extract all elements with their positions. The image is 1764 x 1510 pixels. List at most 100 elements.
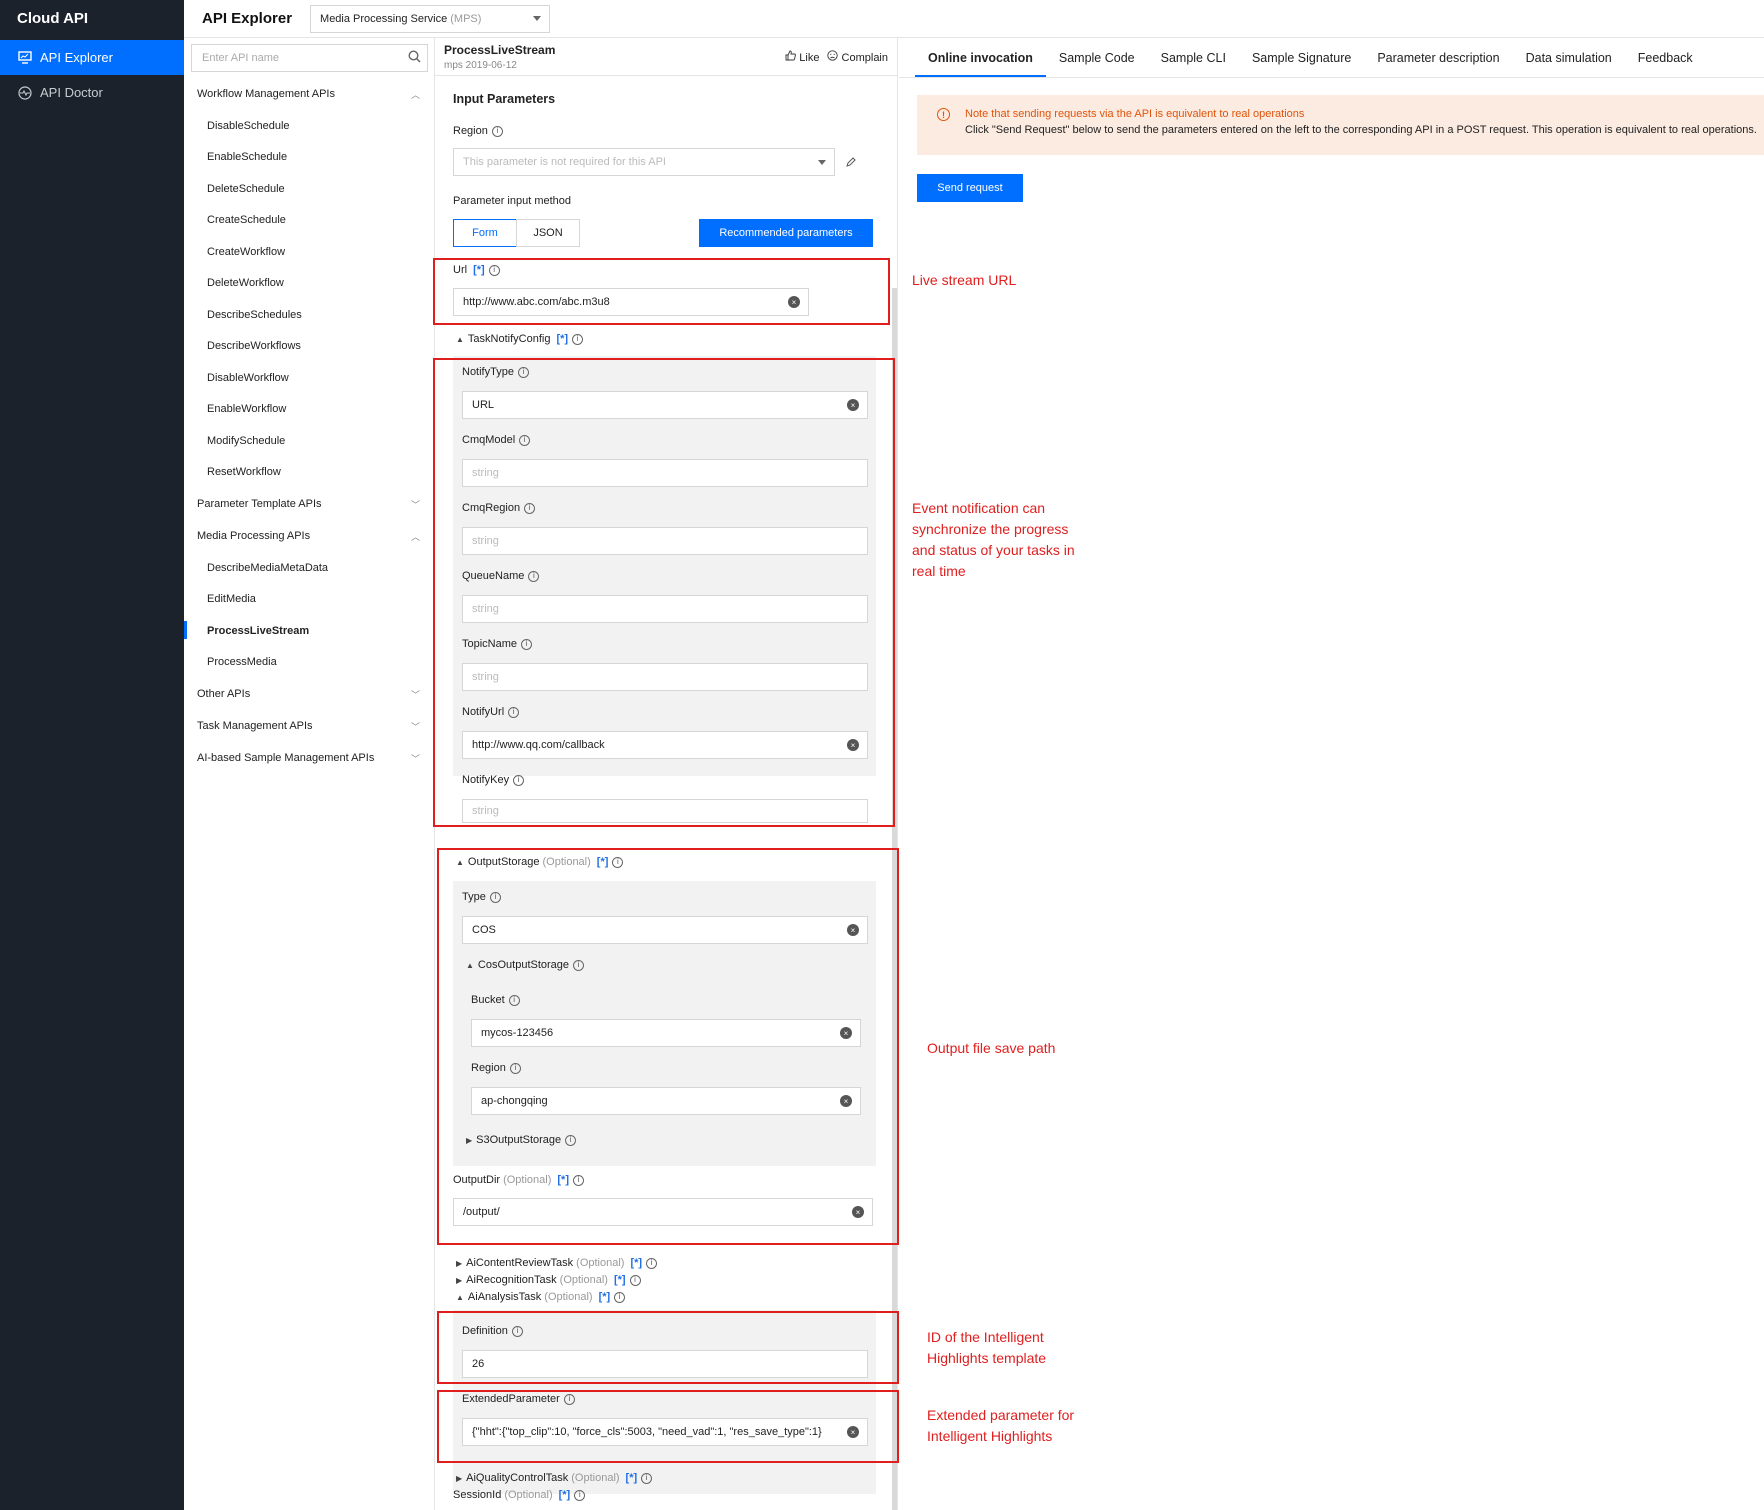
brand-logo: Cloud API — [17, 10, 89, 27]
tab-sample-code[interactable]: Sample Code — [1046, 51, 1148, 77]
api-list-item[interactable]: DisableSchedule — [184, 110, 434, 142]
api-group-list: Workflow Management APIs ︿ DisableSchedule… — [184, 78, 434, 774]
api-list-item[interactable]: EnableWorkflow — [184, 394, 434, 426]
chevron-down-icon: ﹀ — [410, 753, 420, 764]
api-group-header[interactable]: AI-based Sample Management APIs ﹀ — [184, 742, 434, 774]
api-group-header[interactable]: Parameter Template APIs ﹀ — [184, 488, 434, 520]
caret-up-icon: ▲ — [456, 334, 464, 344]
info-icon: i — [491, 125, 503, 137]
region-placeholder: This parameter is not required for this … — [463, 156, 666, 168]
service-name: Media Processing Service — [320, 12, 448, 25]
task-notify-config-toggle[interactable]: ▲ TaskNotifyConfig [*] i — [456, 333, 584, 345]
api-list-item[interactable]: ModifySchedule — [184, 425, 434, 457]
api-name: ProcessLiveStream — [444, 43, 556, 57]
warning-icon: ! — [937, 108, 950, 121]
api-header: ProcessLiveStream mps 2019-06-12 Like Co… — [435, 38, 897, 76]
api-group-header[interactable]: Task Management APIs ﹀ — [184, 710, 434, 742]
recommended-parameters-button[interactable]: Recommended parameters — [699, 219, 873, 247]
tab-data-simulation[interactable]: Data simulation — [1513, 51, 1625, 77]
api-list-item[interactable]: CreateWorkflow — [184, 236, 434, 268]
info-icon: i — [646, 1257, 658, 1269]
tab-sample-cli[interactable]: Sample CLI — [1148, 51, 1239, 77]
annotation-box-definition — [437, 1311, 899, 1384]
api-list-panel: Enter API name Workflow Management APIs ︿… — [184, 38, 435, 1510]
service-select[interactable]: Media Processing Service (MPS) — [310, 4, 551, 33]
annotation-box-url — [433, 258, 890, 325]
caret-right-icon: ▶ — [456, 1275, 463, 1285]
info-icon: i — [574, 1489, 586, 1501]
sad-face-icon — [827, 50, 839, 61]
sidebar-item-api-doctor[interactable]: API Doctor — [0, 75, 184, 110]
caret-up-icon: ▲ — [456, 1292, 464, 1302]
ai-content-review-toggle[interactable]: ▶ AiContentReviewTask (Optional) [*] i — [456, 1257, 658, 1269]
annotation-box-extended — [437, 1390, 899, 1463]
api-list-item[interactable]: DisableWorkflow — [184, 362, 434, 394]
api-list-item[interactable]: ProcessLiveStream — [184, 615, 434, 647]
api-list-item[interactable]: DescribeMediaMetaData — [184, 552, 434, 584]
info-icon: i — [572, 333, 584, 345]
api-group-header[interactable]: Media Processing APIs ︿ — [184, 520, 434, 552]
api-list-item[interactable]: EditMedia — [184, 584, 434, 616]
form-tab[interactable]: Form — [453, 219, 517, 247]
tab-parameter-description[interactable]: Parameter description — [1364, 51, 1512, 77]
monitor-icon — [17, 50, 32, 65]
api-group-label: AI-based Sample Management APIs — [197, 752, 375, 764]
api-list-item[interactable]: DeleteWorkflow — [184, 268, 434, 300]
sidebar-item-label: API Explorer — [40, 50, 113, 65]
left-sidebar: Cloud API API Explorer API Doctor — [0, 0, 184, 1510]
ai-analysis-toggle[interactable]: ▲ AiAnalysisTask (Optional) [*] i — [456, 1291, 626, 1303]
chevron-down-icon: ﹀ — [410, 499, 420, 510]
ai-quality-control-toggle[interactable]: ▶ AiQualityControlTask (Optional) [*] i — [456, 1472, 653, 1484]
chevron-down-icon — [533, 16, 542, 21]
annotation-notify: Event notification can synchronize the pr… — [912, 500, 1075, 579]
top-bar: API Explorer Media Processing Service (M… — [184, 0, 1764, 38]
json-tab[interactable]: JSON — [516, 219, 580, 247]
section-title: Input Parameters — [453, 92, 556, 106]
api-list-item[interactable]: ResetWorkflow — [184, 457, 434, 489]
region-select[interactable]: This parameter is not required for this … — [453, 148, 835, 176]
service-abbr: (MPS) — [450, 12, 482, 25]
chevron-up-icon: ︿ — [410, 89, 420, 100]
api-group-header[interactable]: Other APIs ﹀ — [184, 678, 434, 710]
complain-button[interactable]: Complain — [827, 50, 888, 64]
api-search-input[interactable]: Enter API name — [191, 44, 428, 72]
chevron-down-icon: ﹀ — [410, 689, 420, 700]
tab-feedback[interactable]: Feedback — [1625, 51, 1706, 77]
api-group-label: Task Management APIs — [197, 720, 313, 732]
edit-icon[interactable] — [845, 155, 857, 173]
api-group-header[interactable]: Workflow Management APIs ︿ — [184, 78, 434, 110]
api-version: mps 2019-06-12 — [444, 60, 517, 71]
like-button[interactable]: Like — [785, 50, 819, 64]
send-request-button[interactable]: Send request — [917, 174, 1023, 202]
annotation-url: Live stream URL — [912, 272, 1017, 288]
sidebar-item-api-explorer[interactable]: API Explorer — [0, 40, 184, 75]
caret-right-icon: ▶ — [456, 1473, 463, 1483]
warning-banner: ! Note that sending requests via the API… — [917, 95, 1764, 155]
api-list-item[interactable]: EnableSchedule — [184, 142, 434, 174]
ai-recognition-toggle[interactable]: ▶ AiRecognitionTask (Optional) [*] i — [456, 1274, 641, 1286]
caret-right-icon: ▶ — [456, 1258, 463, 1268]
api-group-label: Media Processing APIs — [197, 530, 311, 542]
input-method-label: Parameter input method — [453, 195, 572, 207]
tab-online-invocation[interactable]: Online invocation — [915, 51, 1046, 77]
api-list-item[interactable]: DeleteSchedule — [184, 173, 434, 205]
info-icon: i — [629, 1274, 641, 1286]
api-group-label: Other APIs — [197, 688, 251, 700]
region-label: Region i — [453, 125, 503, 137]
app-root: Cloud API API Explorer API Doctor API Ex… — [0, 0, 1764, 1510]
api-list-item[interactable]: CreateSchedule — [184, 205, 434, 237]
annotation-box-output — [437, 848, 899, 1245]
search-icon — [408, 50, 421, 66]
chevron-down-icon: ﹀ — [410, 721, 420, 732]
annotation-box-notify — [433, 358, 895, 827]
search-placeholder: Enter API name — [202, 52, 280, 64]
api-list-item[interactable]: ProcessMedia — [184, 647, 434, 679]
like-label: Like — [799, 52, 820, 64]
tab-sample-signature[interactable]: Sample Signature — [1239, 51, 1364, 77]
page-title: API Explorer — [202, 10, 293, 27]
annotation-output: Output file save path — [927, 1040, 1056, 1056]
annotation-extended: Extended parameter for Intelligent Highli… — [927, 1407, 1075, 1444]
api-list-item[interactable]: DescribeSchedules — [184, 299, 434, 331]
api-list-item[interactable]: DescribeWorkflows — [184, 331, 434, 363]
api-group-label: Parameter Template APIs — [197, 498, 322, 510]
